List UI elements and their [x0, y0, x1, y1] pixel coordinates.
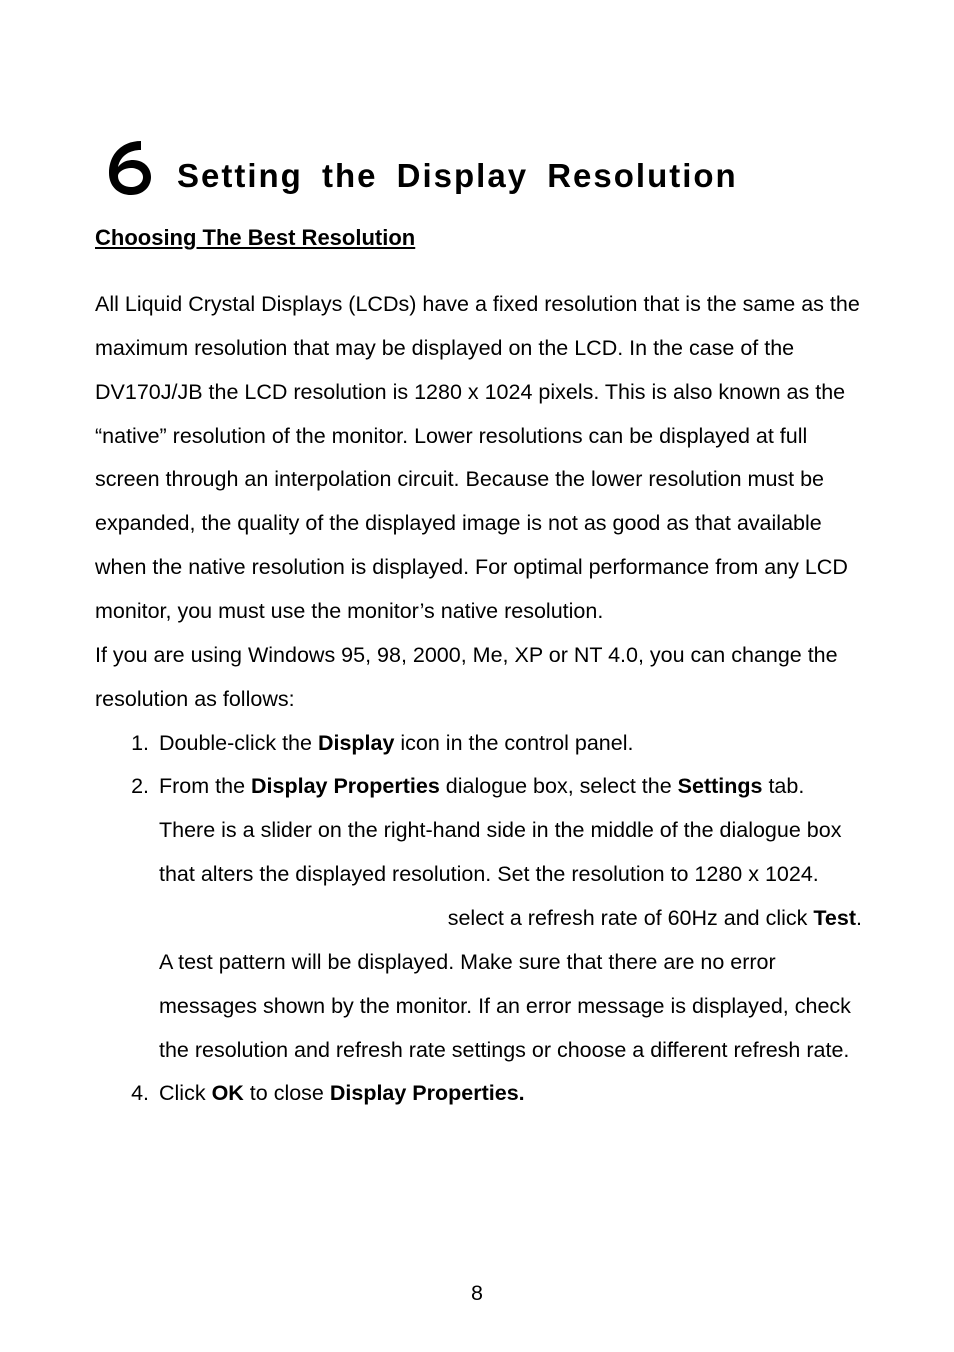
- step-text: to close: [244, 1081, 330, 1105]
- step-text-bold: OK: [212, 1081, 244, 1105]
- step-text-bold: Display: [318, 731, 394, 755]
- step-text-bold: Settings: [678, 774, 763, 798]
- step-text: A test pattern will be displayed. Make s…: [159, 941, 862, 1073]
- step-text: select a refresh rate of 60Hz and click: [448, 906, 814, 930]
- list-item: From the Display Properties dialogue box…: [155, 765, 862, 1072]
- windows-intro-paragraph: If you are using Windows 95, 98, 2000, M…: [95, 634, 862, 722]
- steps-list: Double-click the Display icon in the con…: [95, 722, 862, 1117]
- page-container: Setting the Display Resolution Choosing …: [0, 0, 954, 1352]
- step-text: Double-click the: [159, 731, 318, 755]
- step-text: dialogue box, select the: [440, 774, 678, 798]
- step-text-bold: Display Properties: [251, 774, 440, 798]
- step-text-right-aligned: select a refresh rate of 60Hz and click …: [159, 897, 862, 941]
- step-text: From the: [159, 774, 251, 798]
- list-item: Double-click the Display icon in the con…: [155, 722, 862, 766]
- step-text: icon in the control panel.: [394, 731, 633, 755]
- step-text-bold: Test: [813, 906, 856, 930]
- chapter-title: Setting the Display Resolution: [177, 157, 738, 199]
- intro-paragraph: All Liquid Crystal Displays (LCDs) have …: [95, 283, 862, 634]
- step-text-bold: Display Properties.: [330, 1081, 525, 1105]
- chapter-heading: Setting the Display Resolution: [95, 135, 862, 199]
- page-number: 8: [0, 1281, 954, 1306]
- step-text: .: [856, 906, 862, 930]
- list-item: Click OK to close Display Properties.: [155, 1072, 862, 1116]
- step-text: Click: [159, 1081, 212, 1105]
- chapter-number-icon: [95, 135, 159, 199]
- section-subheading: Choosing The Best Resolution: [95, 225, 862, 251]
